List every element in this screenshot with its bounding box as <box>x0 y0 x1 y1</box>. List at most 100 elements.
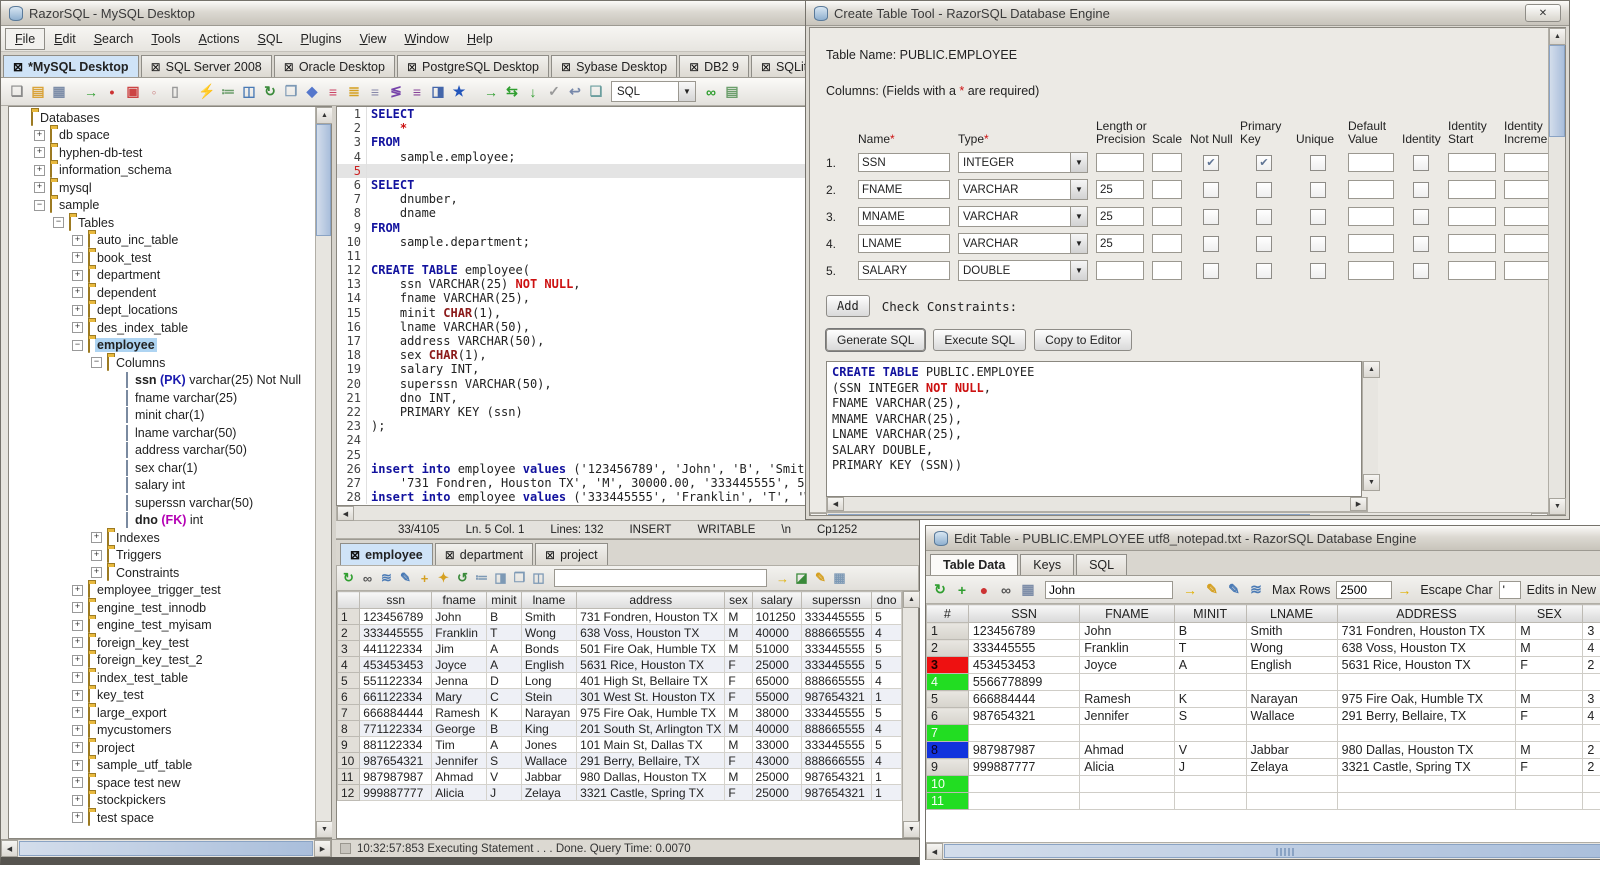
connection-tab[interactable]: ⊠ Sybase Desktop <box>551 55 678 77</box>
primary-key-checkbox[interactable] <box>1256 262 1272 279</box>
tree-item[interactable]: lname varchar(50) <box>9 424 315 442</box>
cell[interactable]: F <box>1515 656 1584 674</box>
identity-increment-input[interactable] <box>1504 234 1548 253</box>
identity-increment-input[interactable] <box>1504 180 1548 199</box>
delete-row-icon[interactable]: ● <box>974 580 994 600</box>
cell[interactable] <box>1515 673 1584 691</box>
cell[interactable]: Zelaya <box>1245 758 1338 776</box>
check-icon[interactable]: ✓ <box>544 82 564 102</box>
cell[interactable]: 731 Fondren, Houston TX <box>1336 622 1517 640</box>
tree-item[interactable]: + Constraints <box>9 564 315 582</box>
column-type-dropdown[interactable]: INTEGER ▼ <box>958 152 1088 173</box>
tree-item[interactable]: Databases <box>9 109 315 127</box>
connection-tab[interactable]: ⊠ PostgreSQL Desktop <box>396 55 549 77</box>
chevron-down-icon[interactable]: ▼ <box>1070 153 1087 172</box>
max-rows-input[interactable] <box>1336 580 1393 599</box>
export-icon[interactable]: ◫ <box>529 568 548 588</box>
identity-start-input[interactable] <box>1448 153 1496 172</box>
fetch-icon[interactable]: ↓ <box>523 82 543 102</box>
column-name-input[interactable]: SALARY <box>858 261 950 280</box>
menu-file[interactable]: File <box>5 27 46 50</box>
column-header[interactable]: lname <box>520 591 578 609</box>
cell[interactable] <box>1582 792 1600 810</box>
primary-key-checkbox[interactable] <box>1256 181 1272 198</box>
primary-key-checkbox[interactable]: ✔ <box>1256 154 1272 171</box>
paste-icon[interactable]: ▣ <box>123 82 143 102</box>
cell[interactable] <box>967 724 1081 742</box>
tree-item[interactable]: fname varchar(25) <box>9 389 315 407</box>
cell[interactable]: Ahmad <box>1079 741 1175 759</box>
cell[interactable]: S <box>1173 707 1247 725</box>
cell[interactable]: Joyce <box>1079 656 1175 674</box>
scrollbar-thumb[interactable] <box>316 124 331 236</box>
identity-checkbox[interactable] <box>1413 181 1429 198</box>
connection-tab[interactable]: ⊠ Oracle Desktop <box>273 55 395 77</box>
list-icon[interactable]: ≔ <box>472 568 491 588</box>
expander-icon[interactable]: − <box>34 199 45 211</box>
refresh-icon[interactable]: ⇆ <box>502 82 522 102</box>
cell[interactable]: 3 <box>1582 622 1600 640</box>
close-icon[interactable]: ✕ <box>1525 4 1561 22</box>
cell[interactable]: Wallace <box>1245 707 1338 725</box>
identity-start-input[interactable] <box>1448 207 1496 226</box>
table-row[interactable]: 10 <box>926 775 1600 793</box>
cell[interactable]: 987654321 <box>967 707 1081 725</box>
length-input[interactable] <box>1096 153 1144 172</box>
cell[interactable]: 3321 Castle, Spring TX <box>1336 758 1517 776</box>
cell[interactable]: 4 <box>1582 707 1600 725</box>
expander-icon[interactable]: − <box>53 217 64 229</box>
save-icon[interactable]: ▦ <box>1018 580 1038 600</box>
tree-item[interactable]: + Indexes <box>9 529 315 547</box>
edit-table-icon[interactable]: ≣ <box>344 82 364 102</box>
cell[interactable]: 453453453 <box>967 656 1081 674</box>
table-row[interactable]: 12 999887777 Alicia J Zelaya 3321 Castle, Spr… <box>336 784 902 801</box>
cell[interactable]: 638 Voss, Houston TX <box>1336 639 1517 657</box>
tree-item[interactable]: + hyphen-db-test <box>9 144 315 162</box>
cell[interactable]: English <box>1245 656 1338 674</box>
cell[interactable] <box>967 792 1081 810</box>
connection-tab[interactable]: ⊠ *MySQL Desktop <box>3 55 139 77</box>
close-tab-icon[interactable]: ⊠ <box>350 549 360 561</box>
go-icon[interactable]: → <box>481 82 501 102</box>
expander-icon[interactable]: + <box>72 794 83 806</box>
column-header[interactable]: address <box>576 591 726 609</box>
unique-checkbox[interactable] <box>1310 181 1326 198</box>
cell[interactable] <box>1336 724 1517 742</box>
tree-item[interactable]: + project <box>9 739 315 757</box>
column-header[interactable]: sex <box>724 591 753 609</box>
table-row[interactable]: 9 881122334 Tim A Jones 101 Main St, Dallas T… <box>336 736 902 753</box>
column-type-dropdown[interactable]: VARCHAR ▼ <box>958 206 1088 227</box>
scroll-right-icon[interactable]: ▶ <box>1531 513 1548 515</box>
close-tab-icon[interactable]: ⊠ <box>407 61 417 73</box>
sql-vertical-scrollbar[interactable]: ▲ ▼ <box>1362 361 1380 491</box>
unique-checkbox[interactable] <box>1310 154 1326 171</box>
default-value-input[interactable] <box>1348 261 1394 280</box>
tree-item[interactable]: + mycustomers <box>9 722 315 740</box>
close-tab-icon[interactable]: ⊠ <box>545 549 555 561</box>
column-header[interactable]: dno <box>871 591 902 609</box>
connection-tab[interactable]: ⊠ DB2 9 <box>679 55 749 77</box>
cell[interactable]: 3 <box>1582 690 1600 708</box>
cell[interactable] <box>1079 724 1175 742</box>
insert-icon[interactable]: + <box>415 568 434 588</box>
menu-view[interactable]: View <box>351 29 396 49</box>
cell[interactable] <box>1173 724 1247 742</box>
expander-icon[interactable]: + <box>72 759 83 771</box>
scale-input[interactable] <box>1152 261 1182 280</box>
refresh-icon[interactable]: ↻ <box>930 580 950 600</box>
search-page-icon[interactable]: ◫ <box>239 82 259 102</box>
connect-icon[interactable]: → <box>81 82 101 102</box>
tree-item[interactable]: minit char(1) <box>9 407 315 425</box>
edit-icon[interactable]: ✎ <box>396 568 415 588</box>
chevron-down-icon[interactable]: ▼ <box>1070 180 1087 199</box>
undo-icon[interactable]: ↩ <box>565 82 585 102</box>
db-add-icon[interactable]: ◨ <box>428 82 448 102</box>
cell[interactable]: M <box>1515 639 1584 657</box>
cell[interactable]: 666884444 <box>967 690 1081 708</box>
tree-item[interactable]: sex char(1) <box>9 459 315 477</box>
scroll-right-icon[interactable]: ▶ <box>1350 497 1367 511</box>
table-row[interactable]: 3 453453453 Joyce A English 5631 Rice, Housto… <box>926 656 1600 674</box>
column-type-dropdown[interactable]: VARCHAR ▼ <box>958 179 1088 200</box>
scrollbar-thumb[interactable] <box>828 514 1310 515</box>
tree-item[interactable]: + db space <box>9 127 315 145</box>
